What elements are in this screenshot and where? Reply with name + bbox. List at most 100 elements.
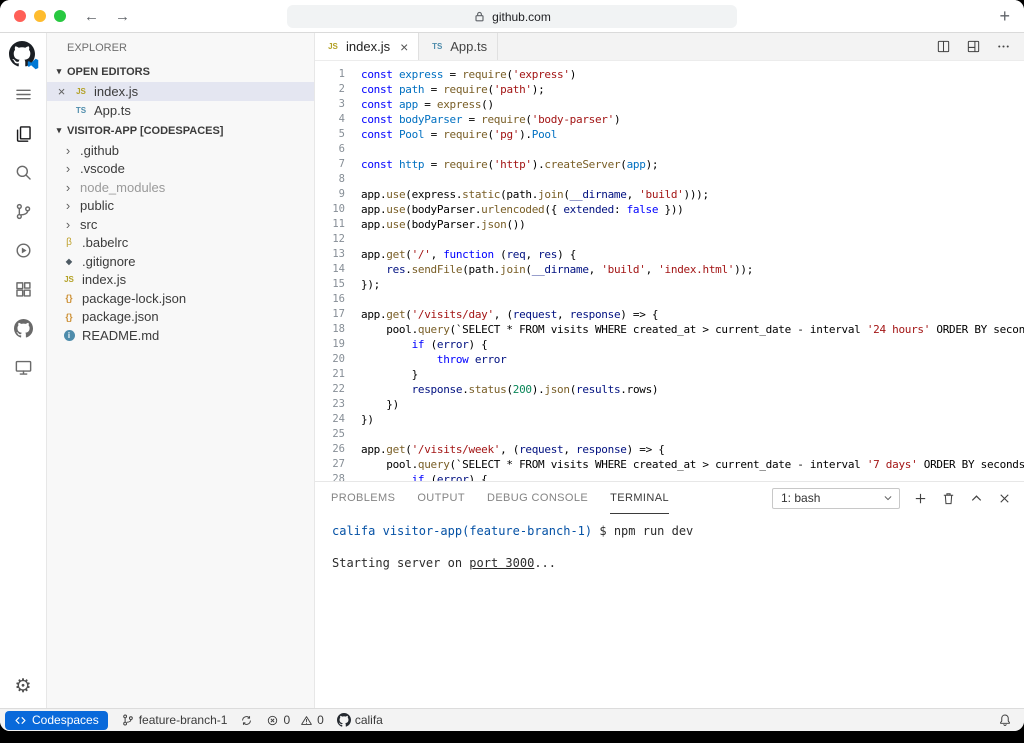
codespaces-status-button[interactable]: Codespaces: [5, 711, 108, 730]
code-editor[interactable]: 1const express = require('express')2cons…: [315, 61, 1024, 481]
code-text: res.sendFile(path.join(__dirname, 'build…: [361, 262, 753, 277]
tab-App.ts[interactable]: TSApp.ts: [419, 33, 498, 60]
folder-public[interactable]: ›public: [47, 197, 314, 216]
folder-.github[interactable]: ›.github: [47, 141, 314, 160]
editor-tabs: JSindex.js×TSApp.ts: [315, 33, 498, 60]
json-file-icon: {}: [61, 312, 77, 322]
github-icon: [337, 713, 351, 727]
explorer-sidebar: EXPLORER ▾ OPEN EDITORS ×JSindex.jsTSApp…: [47, 33, 315, 708]
file-.babelrc[interactable]: β.babelrc: [47, 234, 314, 253]
status-bar: Codespaces feature-branch-1 0 0 califa: [0, 708, 1024, 731]
terminal-output[interactable]: califa visitor-app(feature-branch-1) $ n…: [315, 514, 1024, 708]
code-text: app.use(bodyParser.urlencoded({ extended…: [361, 202, 684, 217]
new-tab-button[interactable]: +: [999, 7, 1010, 25]
github-icon[interactable]: [0, 309, 47, 348]
split-editor-icon[interactable]: [936, 39, 951, 54]
code-line: 15});: [315, 277, 1024, 292]
run-debug-icon[interactable]: [0, 231, 47, 270]
chevron-right-icon: ›: [61, 143, 75, 158]
explorer-icon[interactable]: [0, 114, 47, 153]
notifications-bell-icon[interactable]: [998, 713, 1012, 727]
line-number: 16: [315, 292, 361, 307]
close-icon[interactable]: ×: [55, 85, 68, 98]
panel-tab-problems[interactable]: PROBLEMS: [331, 482, 395, 514]
panel-tab-debug-console[interactable]: DEBUG CONSOLE: [487, 482, 588, 514]
back-button[interactable]: ←: [84, 8, 99, 25]
chevron-down-icon: ▾: [51, 125, 67, 136]
source-control-icon[interactable]: [0, 192, 47, 231]
close-panel-icon[interactable]: [997, 491, 1012, 506]
chevron-right-icon: ›: [61, 180, 75, 195]
code-text: app.get('/', function (req, res) {: [361, 247, 576, 262]
forward-button[interactable]: →: [115, 8, 130, 25]
more-actions-icon[interactable]: [996, 39, 1011, 54]
close-tab-icon[interactable]: ×: [400, 40, 408, 54]
workspace-header[interactable]: ▾ VISITOR-APP [CODESPACES]: [47, 120, 314, 141]
file-package.json[interactable]: {} package.json: [47, 308, 314, 327]
code-line: 11app.use(bodyParser.json()): [315, 217, 1024, 232]
settings-gear-icon[interactable]: ⚙: [14, 675, 31, 698]
github-account[interactable]: califa: [337, 713, 383, 727]
line-number: 5: [315, 127, 361, 142]
code-line: 20 throw error: [315, 352, 1024, 367]
file-package-lock.json[interactable]: {}package-lock.json: [47, 289, 314, 308]
folder-node_modules[interactable]: ›node_modules: [47, 178, 314, 197]
code-text: throw error: [361, 352, 506, 367]
code-text: pool.query(`SELECT * FROM visits WHERE c…: [361, 322, 1024, 337]
terminal-line: califa visitor-app(feature-branch-1) $ n…: [332, 523, 1024, 539]
close-window-button[interactable]: [14, 10, 26, 22]
tree-item-label: package.json: [82, 309, 159, 324]
tab-index.js[interactable]: JSindex.js×: [315, 33, 419, 60]
file-README.md[interactable]: iREADME.md: [47, 326, 314, 345]
extensions-icon[interactable]: [0, 270, 47, 309]
code-line: 4const bodyParser = require('body-parser…: [315, 112, 1024, 127]
code-line: 9app.use(express.static(path.join(__dirn…: [315, 187, 1024, 202]
tree-item-label: index.js: [82, 272, 126, 287]
panel-tab-output[interactable]: OUTPUT: [417, 482, 465, 514]
line-number: 18: [315, 322, 361, 337]
panel-tab-terminal[interactable]: TERMINAL: [610, 482, 669, 514]
warning-count: 0: [317, 713, 324, 727]
code-text: app.use(bodyParser.json()): [361, 217, 525, 232]
code-line: 18 pool.query(`SELECT * FROM visits WHER…: [315, 322, 1024, 337]
open-editor-label: App.ts: [94, 103, 131, 118]
tree-item-label: .babelrc: [82, 235, 128, 250]
code-line: 21 }: [315, 367, 1024, 382]
file-.gitignore[interactable]: ◆.gitignore: [47, 252, 314, 271]
customize-layout-icon[interactable]: [966, 39, 981, 54]
line-number: 2: [315, 82, 361, 97]
code-text: app.get('/visits/day', (request, respons…: [361, 307, 658, 322]
editor-area: JSindex.js×TSApp.ts 1const express = req…: [315, 33, 1024, 708]
folder-.vscode[interactable]: ›.vscode: [47, 160, 314, 179]
open-editors-list: ×JSindex.jsTSApp.ts: [47, 82, 314, 120]
minimize-window-button[interactable]: [34, 10, 46, 22]
code-line: 1const express = require('express'): [315, 67, 1024, 82]
file-index.js[interactable]: JSindex.js: [47, 271, 314, 290]
git-branch-icon: [121, 713, 135, 727]
open-editor-index.js[interactable]: ×JSindex.js: [47, 82, 314, 101]
zoom-window-button[interactable]: [54, 10, 66, 22]
sync-changes-button[interactable]: [240, 714, 253, 727]
kill-terminal-icon[interactable]: [941, 491, 956, 506]
code-line: 3const app = express(): [315, 97, 1024, 112]
chevron-down-icon: ▾: [51, 66, 67, 77]
code-line: 19 if (error) {: [315, 337, 1024, 352]
folder-src[interactable]: ›src: [47, 215, 314, 234]
branch-indicator[interactable]: feature-branch-1: [121, 713, 228, 727]
menu-icon[interactable]: [0, 75, 47, 114]
code-line: 23 }): [315, 397, 1024, 412]
remote-explorer-icon[interactable]: [0, 348, 47, 387]
window-controls: [14, 10, 66, 22]
open-editors-header[interactable]: ▾ OPEN EDITORS: [47, 61, 314, 82]
terminal-shell-select[interactable]: 1: bash: [772, 488, 900, 509]
maximize-panel-icon[interactable]: [969, 491, 984, 506]
open-editor-App.ts[interactable]: TSApp.ts: [47, 101, 314, 120]
new-terminal-icon[interactable]: [913, 491, 928, 506]
code-text: const express = require('express'): [361, 67, 576, 82]
tab-label: App.ts: [450, 39, 487, 54]
problems-indicator[interactable]: 0 0: [266, 713, 323, 727]
js-file-icon: JS: [325, 42, 341, 51]
search-icon[interactable]: [0, 153, 47, 192]
bottom-panel: PROBLEMS OUTPUT DEBUG CONSOLE TERMINAL 1: b…: [315, 481, 1024, 708]
address-bar[interactable]: github.com: [287, 5, 737, 28]
